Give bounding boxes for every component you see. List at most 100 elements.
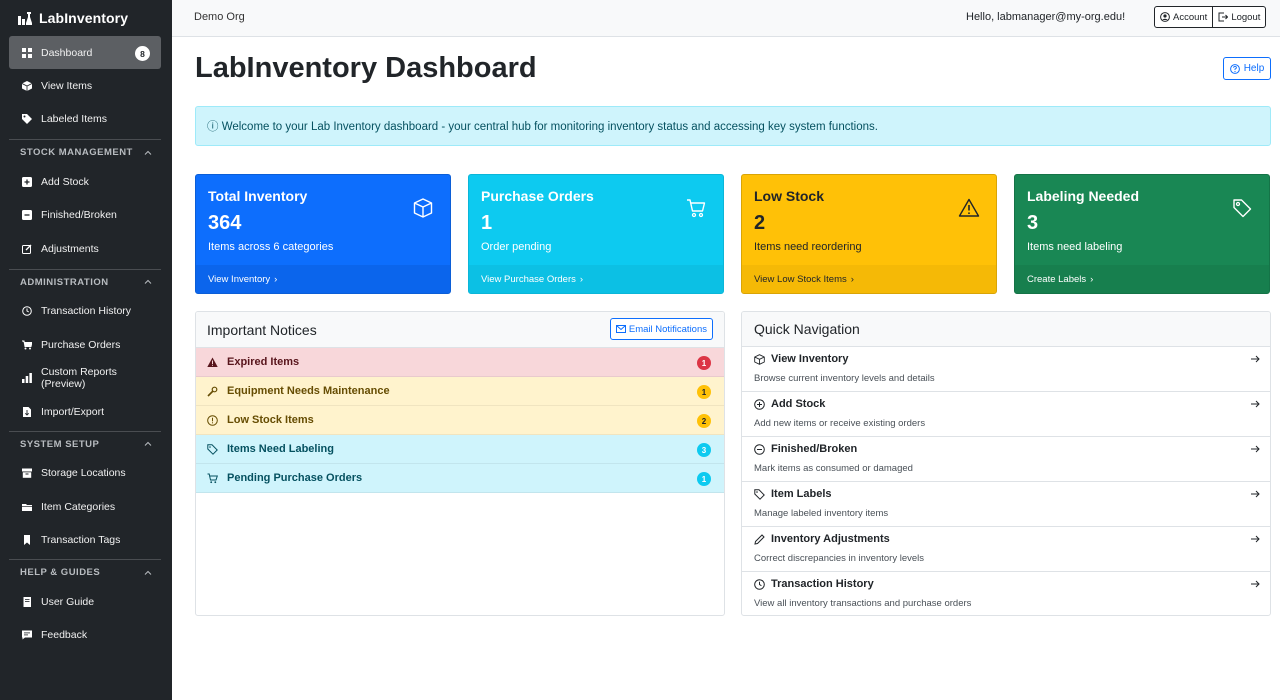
brand[interactable]: LabInventory: [0, 0, 172, 36]
arrow-right-icon: [1251, 490, 1260, 498]
quicknav-item-desc: Mark items as consumed or damaged: [754, 463, 913, 474]
sidebar-item-view-items[interactable]: View Items: [9, 69, 161, 103]
notice-low-stock-items[interactable]: Low Stock Items 2: [196, 406, 724, 435]
notice-count-badge: 1: [697, 472, 711, 486]
cart-icon: [207, 473, 218, 483]
sidebar-item-item-categories[interactable]: Item Categories: [9, 490, 161, 524]
clock-icon: [754, 578, 765, 590]
notices-title: Important Notices: [207, 321, 317, 338]
arrow-right-icon: [1251, 445, 1260, 453]
help-label: Help: [1243, 63, 1265, 74]
chevron-right-icon: ›: [274, 273, 278, 285]
cart-icon: [687, 199, 706, 218]
sidebar-item-user-guide[interactable]: User Guide: [9, 585, 161, 619]
box-icon: [413, 198, 433, 218]
quicknav-header: Quick Navigation: [742, 312, 1270, 347]
section-system-setup[interactable]: SYSTEM SETUP: [9, 430, 161, 457]
notice-equipment-maintenance[interactable]: Equipment Needs Maintenance 1: [196, 377, 724, 406]
notices-header: Important Notices Email Notifications: [196, 312, 724, 348]
logout-button[interactable]: Logout: [1213, 6, 1267, 28]
sidebar-item-feedback[interactable]: Feedback: [9, 619, 161, 653]
sidebar-item-import-export[interactable]: Import/Export: [9, 395, 161, 429]
chevron-up-icon: [144, 150, 152, 155]
sidebar-item-label: Feedback: [41, 629, 88, 642]
pencil-icon: [754, 533, 765, 545]
notice-count-badge: 1: [697, 385, 711, 399]
sidebar-item-transaction-history[interactable]: Transaction History: [9, 295, 161, 329]
important-notices-panel: Important Notices Email Notifications Ex…: [195, 311, 725, 616]
notice-label: Items Need Labeling: [227, 443, 334, 455]
question-circle-icon: [1229, 63, 1240, 74]
logout-icon: [1218, 12, 1229, 22]
card-subtitle: Items need labeling: [1027, 241, 1123, 253]
tags-icon: [22, 114, 32, 125]
card-link-view-inventory[interactable]: View Inventory ›: [196, 265, 450, 293]
sidebar-item-labeled-items[interactable]: Labeled Items: [9, 103, 161, 137]
quicknav-transaction-history[interactable]: Transaction History View all inventory t…: [742, 572, 1270, 615]
card-value: 3: [1027, 212, 1039, 234]
sidebar-item-finished-broken[interactable]: Finished/Broken: [9, 199, 161, 233]
card-subtitle: Items need reordering: [754, 241, 862, 253]
card-link-label: View Inventory: [208, 273, 271, 285]
brand-name: LabInventory: [39, 10, 129, 26]
sidebar-item-label: Transaction History: [41, 305, 132, 318]
card-total-inventory: Total Inventory 364 Items across 6 categ…: [195, 174, 451, 294]
quicknav-item-label: Finished/Broken: [771, 443, 858, 455]
sidebar-item-label: Dashboard: [41, 46, 93, 59]
sidebar-item-transaction-tags[interactable]: Transaction Tags: [9, 524, 161, 558]
quicknav-view-inventory[interactable]: View Inventory Browse current inventory …: [742, 347, 1270, 392]
sidebar-item-add-stock[interactable]: Add Stock: [9, 165, 161, 199]
chevron-up-icon: [144, 441, 152, 446]
sidebar-item-label: Item Categories: [41, 500, 116, 513]
section-stock-management[interactable]: STOCK MANAGEMENT: [9, 139, 161, 165]
arrow-right-icon: [1251, 580, 1260, 588]
help-button[interactable]: Help: [1223, 57, 1271, 80]
card-link-view-purchase-orders[interactable]: View Purchase Orders ›: [469, 265, 723, 293]
lab-logo-icon: [18, 11, 32, 25]
account-label: Account: [1173, 11, 1208, 23]
notice-expired-items[interactable]: Expired Items 1: [196, 348, 724, 377]
sidebar-item-storage-locations[interactable]: Storage Locations: [9, 457, 161, 491]
grid-icon: [22, 47, 32, 58]
section-administration[interactable]: ADMINISTRATION: [9, 268, 161, 295]
sidebar-item-purchase-orders[interactable]: Purchase Orders: [9, 328, 161, 362]
card-link-create-labels[interactable]: Create Labels ›: [1015, 265, 1269, 293]
arrow-right-icon: [1251, 400, 1260, 408]
quicknav-finished-broken[interactable]: Finished/Broken Mark items as consumed o…: [742, 437, 1270, 482]
plus-square-icon: [22, 176, 32, 187]
sidebar-item-label: Transaction Tags: [41, 534, 121, 547]
sidebar-item-dashboard[interactable]: Dashboard 8: [9, 36, 161, 69]
quicknav-inventory-adjustments[interactable]: Inventory Adjustments Correct discrepanc…: [742, 527, 1270, 572]
sidebar-item-label: Purchase Orders: [41, 338, 121, 351]
account-button[interactable]: Account: [1154, 6, 1214, 28]
exclamation-circle-icon: [207, 414, 218, 426]
card-value: 2: [754, 212, 766, 234]
logout-label: Logout: [1231, 11, 1261, 23]
notice-label: Low Stock Items: [227, 414, 314, 426]
quicknav-item-title: Inventory Adjustments: [754, 533, 890, 545]
box-icon: [22, 80, 32, 91]
archive-icon: [22, 468, 32, 479]
pencil-square-icon: [22, 244, 32, 254]
sidebar-item-label: Custom Reports (Preview): [41, 366, 117, 391]
section-title: SYSTEM SETUP: [20, 438, 100, 450]
quicknav-item-desc: Add new items or receive existing orders: [754, 418, 926, 429]
quicknav-item-labels[interactable]: Item Labels Manage labeled inventory ite…: [742, 482, 1270, 527]
sidebar-item-label: Adjustments: [41, 242, 99, 255]
quicknav-item-desc: Manage labeled inventory items: [754, 508, 889, 519]
email-notifications-button[interactable]: Email Notifications: [609, 318, 713, 340]
sidebar-item-label: Add Stock: [41, 175, 89, 188]
quicknav-add-stock[interactable]: Add Stock Add new items or receive exist…: [742, 392, 1270, 437]
bookmark-icon: [22, 535, 32, 546]
quicknav-item-label: Add Stock: [771, 398, 826, 410]
notice-pending-purchase-orders[interactable]: Pending Purchase Orders 1: [196, 464, 724, 493]
topbar: Demo Org Hello, labmanager@my-org.edu! A…: [172, 0, 1280, 37]
warning-fill-icon: [207, 357, 218, 367]
notice-items-need-labeling[interactable]: Items Need Labeling 3: [196, 435, 724, 464]
sidebar-item-custom-reports[interactable]: Custom Reports (Preview): [9, 362, 161, 396]
chevron-right-icon: ›: [850, 273, 854, 285]
card-title: Purchase Orders: [481, 188, 594, 204]
card-link-view-low-stock[interactable]: View Low Stock Items ›: [742, 265, 996, 293]
section-help-guides[interactable]: HELP & GUIDES: [9, 559, 161, 585]
sidebar-item-adjustments[interactable]: Adjustments: [9, 232, 161, 266]
